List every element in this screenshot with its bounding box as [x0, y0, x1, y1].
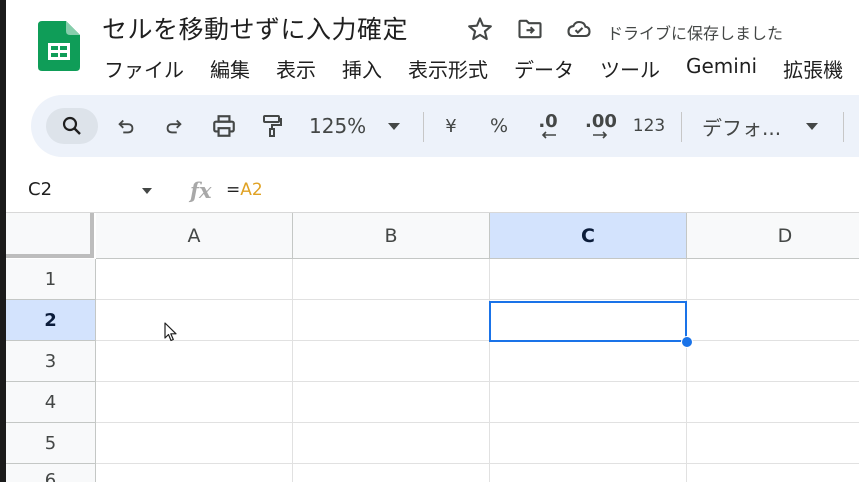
cell-d5[interactable]: [687, 423, 859, 464]
move-to-folder-icon[interactable]: [516, 15, 544, 43]
zoom-value: 125%: [309, 114, 367, 138]
cell-b6[interactable]: [293, 464, 490, 482]
menu-format[interactable]: 表示形式: [408, 54, 488, 83]
cell-d1[interactable]: [687, 259, 859, 300]
cell-a1[interactable]: [96, 259, 293, 300]
cell-a3[interactable]: [96, 341, 293, 382]
menu-gemini[interactable]: Gemini: [686, 54, 757, 83]
redo-icon: [163, 115, 185, 137]
menu-view[interactable]: 表示: [276, 54, 316, 83]
function-icon: fx: [190, 178, 212, 203]
toolbar-divider: [843, 112, 844, 142]
font-family-value: デフォ...: [702, 115, 782, 140]
save-status: ドライブに保存しました: [607, 24, 784, 43]
toolbar-divider: [423, 112, 424, 142]
print-icon: [211, 113, 237, 139]
star-icon[interactable]: [466, 15, 494, 43]
sheets-logo-icon[interactable]: [38, 21, 80, 71]
increase-decimal-label: .00: [585, 111, 617, 132]
chevron-down-icon[interactable]: [142, 188, 152, 194]
menu-tools[interactable]: ツール: [600, 54, 660, 83]
row-header-1[interactable]: 1: [6, 259, 96, 300]
cell-d4[interactable]: [687, 382, 859, 423]
chevron-down-icon: [388, 123, 400, 130]
cell-c4[interactable]: [490, 382, 687, 423]
cell-c3[interactable]: [490, 341, 687, 382]
spreadsheet-grid: A B C D 1 2 3 4 5 6: [6, 213, 859, 482]
percent-format-button[interactable]: %: [484, 109, 514, 143]
cell-b4[interactable]: [293, 382, 490, 423]
chevron-down-icon: [806, 123, 818, 130]
cell-a4[interactable]: [96, 382, 293, 423]
cell-a6[interactable]: [96, 464, 293, 482]
cell-b1[interactable]: [293, 259, 490, 300]
formula-reference: A2: [240, 180, 263, 200]
zoom-select[interactable]: 125%: [301, 109, 411, 143]
cell-d3[interactable]: [687, 341, 859, 382]
column-header-a[interactable]: A: [96, 213, 293, 259]
increase-decimal-button[interactable]: .00: [581, 109, 621, 143]
row-header-6[interactable]: 6: [6, 464, 96, 482]
cell-c5[interactable]: [490, 423, 687, 464]
name-box[interactable]: C2: [28, 179, 52, 200]
column-header-d[interactable]: D: [687, 213, 859, 259]
column-header-c[interactable]: C: [490, 213, 687, 259]
toolbar-divider: [681, 112, 682, 142]
more-formats-button[interactable]: 123: [631, 109, 667, 143]
row-header-2[interactable]: 2: [6, 300, 96, 341]
menu-edit[interactable]: 編集: [210, 54, 250, 83]
column-header-b[interactable]: B: [293, 213, 490, 259]
fill-handle[interactable]: [681, 336, 693, 348]
search-icon: [60, 114, 84, 138]
cell-a2[interactable]: [96, 300, 293, 341]
undo-icon: [115, 115, 137, 137]
menu-bar: ファイル 編集 表示 挿入 表示形式 データ ツール Gemini 拡張機: [104, 54, 859, 83]
cell-d6[interactable]: [687, 464, 859, 482]
font-family-select[interactable]: デフォ...: [696, 109, 826, 143]
cell-c1[interactable]: [490, 259, 687, 300]
menu-insert[interactable]: 挿入: [342, 54, 382, 83]
row-header-4[interactable]: 4: [6, 382, 96, 423]
mouse-cursor-icon: [164, 322, 178, 346]
decrease-decimal-button[interactable]: .0: [529, 109, 567, 143]
menu-data[interactable]: データ: [514, 54, 574, 83]
select-all-corner[interactable]: [6, 213, 94, 258]
cell-a5[interactable]: [96, 423, 293, 464]
undo-button[interactable]: [111, 109, 141, 143]
formula-prefix: =: [226, 180, 241, 200]
cell-b5[interactable]: [293, 423, 490, 464]
cell-c6[interactable]: [490, 464, 687, 482]
row-header-3[interactable]: 3: [6, 341, 96, 382]
toolbar: 125% ¥ % .0 .00 123 デフォ...: [31, 95, 859, 157]
cloud-saved-icon[interactable]: [565, 15, 593, 43]
paint-format-button[interactable]: [256, 109, 288, 143]
currency-format-button[interactable]: ¥: [436, 109, 466, 143]
arrow-right-icon: [591, 131, 611, 139]
cell-b2[interactable]: [293, 300, 490, 341]
paint-format-icon: [260, 113, 284, 139]
cell-b3[interactable]: [293, 341, 490, 382]
formula-input[interactable]: =A2: [226, 180, 263, 200]
active-cell-outline: [489, 301, 687, 342]
row-header-5[interactable]: 5: [6, 423, 96, 464]
menu-file[interactable]: ファイル: [104, 54, 184, 83]
menu-extensions[interactable]: 拡張機: [783, 54, 843, 83]
search-menus-button[interactable]: [46, 108, 98, 144]
redo-button[interactable]: [159, 109, 189, 143]
decrease-decimal-label: .0: [538, 111, 558, 132]
arrow-left-icon: [538, 131, 558, 139]
cell-d2[interactable]: [687, 300, 859, 341]
document-title[interactable]: セルを移動せずに入力確定: [102, 10, 408, 46]
print-button[interactable]: [207, 109, 241, 143]
